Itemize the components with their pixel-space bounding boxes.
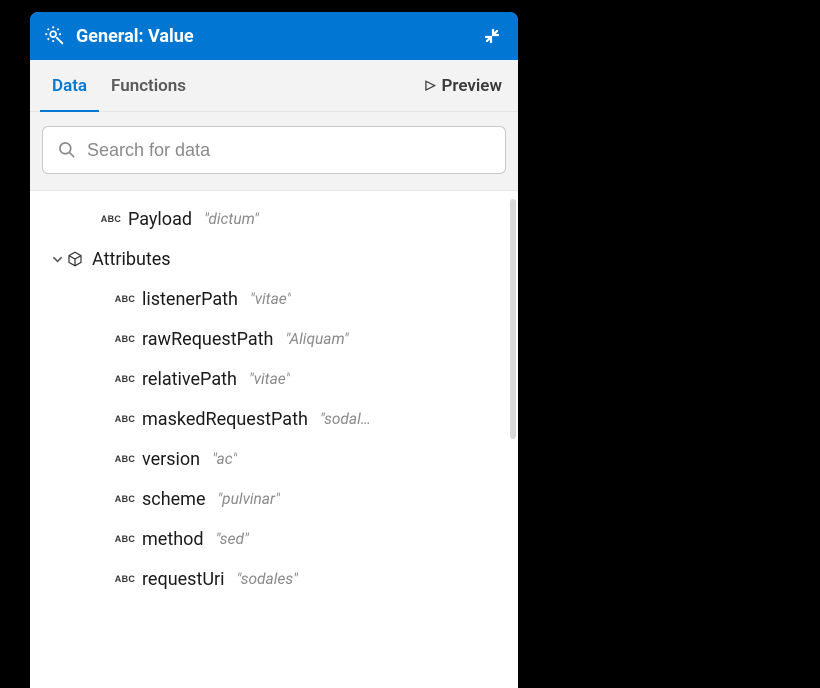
preview-label: Preview xyxy=(441,76,502,96)
tab-bar: Data Functions ▷ Preview xyxy=(30,60,518,112)
collapse-icon xyxy=(484,28,500,44)
preview-button[interactable]: ▷ Preview xyxy=(425,76,508,96)
tab-functions[interactable]: Functions xyxy=(99,62,198,113)
cube-icon xyxy=(66,250,84,268)
gear-wrench-icon xyxy=(44,25,66,47)
abc-type-icon: ABC xyxy=(114,494,136,504)
tree-node-rawrequestpath[interactable]: ABC rawRequestPath "Aliquam" xyxy=(30,319,518,359)
abc-type-icon: ABC xyxy=(114,574,136,584)
tree-node-requesturi[interactable]: ABC requestUri "sodales" xyxy=(30,559,518,599)
abc-type-icon: ABC xyxy=(114,414,136,424)
node-value: "sodales" xyxy=(237,570,298,588)
tree-node-attributes[interactable]: Attributes xyxy=(30,239,518,279)
general-value-panel: General: Value Data Functions ▷ Preview xyxy=(30,12,518,688)
node-name: method xyxy=(142,529,204,550)
search-icon xyxy=(57,140,77,160)
tree-node-version[interactable]: ABC version "ac" xyxy=(30,439,518,479)
tree-node-method[interactable]: ABC method "sed" xyxy=(30,519,518,559)
panel-title: General: Value xyxy=(76,26,480,47)
node-value: "sed" xyxy=(216,530,249,548)
search-box[interactable] xyxy=(42,126,506,174)
abc-type-icon: ABC xyxy=(114,334,136,344)
node-value: "ac" xyxy=(212,450,237,468)
tree-node-listenerpath[interactable]: ABC listenerPath "vitae" xyxy=(30,279,518,319)
node-value: "sodal… xyxy=(320,410,371,428)
search-area xyxy=(30,112,518,191)
abc-type-icon: ABC xyxy=(114,294,136,304)
abc-type-icon: ABC xyxy=(114,454,136,464)
search-input[interactable] xyxy=(87,140,491,161)
tree-node-payload[interactable]: ABC Payload "dictum" xyxy=(30,199,518,239)
tree-node-scheme[interactable]: ABC scheme "pulvinar" xyxy=(30,479,518,519)
panel-header: General: Value xyxy=(30,12,518,60)
node-name: scheme xyxy=(142,489,206,510)
node-name: relativePath xyxy=(142,369,237,390)
tree-node-relativepath[interactable]: ABC relativePath "vitae" xyxy=(30,359,518,399)
abc-type-icon: ABC xyxy=(114,374,136,384)
node-value: "pulvinar" xyxy=(218,490,281,508)
abc-type-icon: ABC xyxy=(100,214,122,224)
scrollbar[interactable] xyxy=(510,199,516,439)
chevron-down-icon[interactable] xyxy=(48,254,66,265)
data-tree[interactable]: ABC Payload "dictum" Attributes ABC list… xyxy=(30,191,518,688)
node-value: "dictum" xyxy=(204,210,259,228)
tree-node-maskedrequestpath[interactable]: ABC maskedRequestPath "sodal… xyxy=(30,399,518,439)
abc-type-icon: ABC xyxy=(114,534,136,544)
node-name: version xyxy=(142,449,200,470)
collapse-button[interactable] xyxy=(480,24,504,48)
node-value: "vitae" xyxy=(250,290,292,308)
node-name: Payload xyxy=(128,209,192,230)
node-name: rawRequestPath xyxy=(142,329,273,350)
node-name: listenerPath xyxy=(142,289,238,310)
node-name: Attributes xyxy=(92,249,171,270)
node-value: "Aliquam" xyxy=(285,330,348,348)
tab-data[interactable]: Data xyxy=(40,62,99,113)
node-name: maskedRequestPath xyxy=(142,409,308,430)
play-icon: ▷ xyxy=(425,78,435,93)
node-value: "vitae" xyxy=(249,370,291,388)
node-name: requestUri xyxy=(142,569,225,590)
